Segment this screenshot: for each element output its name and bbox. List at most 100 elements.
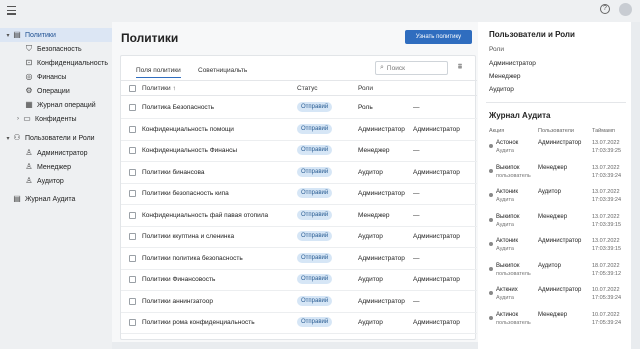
- audit-log-entry[interactable]: Выкипок Аудита Менеджер 13.07.2022 17:03:39:…: [478, 213, 631, 237]
- role-cell-secondary: —: [413, 254, 420, 262]
- sidebar-item-security[interactable]: ⛉ Безопасность: [24, 42, 82, 56]
- column-header-role[interactable]: Роли: [358, 85, 373, 92]
- audit-user: Менеджер: [538, 164, 568, 171]
- row-checkbox[interactable]: [129, 211, 136, 219]
- status-badge: Отправий: [297, 209, 333, 220]
- role-cell-secondary: Администратор: [413, 233, 460, 240]
- row-checkbox[interactable]: [129, 168, 136, 176]
- audit-user: Администратор: [538, 287, 582, 293]
- tab-policy-fields[interactable]: Поля политики: [136, 64, 181, 78]
- search-input[interactable]: [386, 64, 437, 72]
- policy-name[interactable]: Политики Финансовость: [142, 276, 215, 283]
- audit-log-entry[interactable]: Актоник Аудита Администратор 13.07.2022 17:0…: [478, 237, 631, 261]
- policy-name[interactable]: Политика Безопасность: [142, 104, 214, 111]
- sidebar-item-privacy[interactable]: ⊡ Конфиденциальность: [24, 56, 108, 70]
- audit-header-user: Пользователи: [538, 128, 574, 134]
- status-dot-icon: [489, 315, 493, 320]
- table-row[interactable]: Конфиденциальность помощи Отправий Админис…: [121, 119, 477, 141]
- policy-name[interactable]: Политики политика безопасность: [142, 255, 243, 262]
- audit-action-sub: Аудита: [496, 295, 514, 301]
- row-checkbox[interactable]: [129, 104, 136, 111]
- audit-action-sub: Аудита: [496, 197, 514, 203]
- table-row[interactable]: Политика Безопасность Отправий Роль —: [121, 97, 477, 119]
- audit-action: Актинок: [496, 311, 519, 318]
- chevron-down-icon[interactable]: ▾: [4, 32, 12, 39]
- status-dot-icon: [489, 193, 493, 197]
- sidebar-item-audit-log[interactable]: ▤ Журнал Аудита: [12, 192, 75, 206]
- row-checkbox[interactable]: [129, 125, 136, 133]
- user-icon: ♙: [25, 148, 33, 157]
- audit-log-entry[interactable]: Актинок пользователь Менеджер 10.07.2022 17:…: [478, 311, 631, 335]
- table-row[interactable]: Конфиденциальность Финансы Отправий Менедж…: [121, 140, 477, 162]
- policy-name[interactable]: Политики ккуптина и сленинка: [142, 233, 234, 240]
- avatar[interactable]: [619, 3, 632, 16]
- sidebar-item-finance[interactable]: ◎ Финансы: [24, 70, 67, 84]
- audit-action-sub: Аудита: [496, 148, 514, 154]
- row-checkbox[interactable]: [129, 319, 136, 326]
- column-header-status[interactable]: Статус: [297, 85, 318, 92]
- coin-icon: ◎: [25, 72, 33, 81]
- table-row[interactable]: Политики Финансовость Отправий Аудитор Адми…: [121, 269, 477, 291]
- audit-log-entry[interactable]: Актоник Аудита Аудитор 13.07.2022 17:03:39:2…: [478, 188, 631, 212]
- audit-date: 13.07.2022: [592, 164, 620, 171]
- filter-icon[interactable]: ⩩: [455, 62, 465, 72]
- role-cell-secondary: Администратор: [413, 319, 460, 326]
- row-checkbox[interactable]: [129, 297, 136, 305]
- sidebar-item-users-roles[interactable]: ▾ ⚇ Пользователи и Роли: [4, 131, 94, 145]
- select-all-checkbox[interactable]: [129, 85, 136, 92]
- role-item-auditor[interactable]: Аудитор: [489, 86, 514, 93]
- chevron-right-icon[interactable]: ›: [14, 116, 22, 122]
- column-header-policy[interactable]: Политики ↑: [142, 85, 176, 92]
- role-cell-secondary: —: [413, 147, 420, 154]
- audit-date: 10.07.2022: [592, 311, 620, 318]
- policy-name[interactable]: Политики рома конфиденциальность: [142, 319, 255, 326]
- table-row[interactable]: Политики ккуптина и сленинка Отправий Ауди…: [121, 226, 477, 248]
- role-cell: Администратор: [358, 297, 405, 305]
- policy-name[interactable]: Политики безопасность кипа: [142, 190, 229, 197]
- help-icon[interactable]: ?: [600, 4, 610, 14]
- chevron-down-icon[interactable]: ▾: [4, 135, 12, 142]
- audit-log-entry[interactable]: Акткних Аудита Администратор 10.07.2022 17:0…: [478, 286, 631, 310]
- search-box[interactable]: ⌕: [375, 61, 448, 75]
- policy-name[interactable]: Политики бинансова: [142, 169, 205, 176]
- audit-time: 17:03:39:15: [592, 221, 622, 228]
- sidebar-item-admin[interactable]: ♙ Администратор: [24, 146, 87, 160]
- audit-log-entry[interactable]: Выкипок пользователь Менеджер 13.07.2022 17:…: [478, 164, 631, 188]
- row-checkbox[interactable]: [129, 147, 136, 154]
- sidebar-item-manager[interactable]: ♙ Менеджер: [24, 160, 71, 174]
- audit-log-entry[interactable]: Астонок Аудита Администратор 13.07.2022 17:0…: [478, 139, 631, 163]
- sidebar-item-journal[interactable]: ▦ Журнал операций: [24, 98, 95, 112]
- audit-title: Журнал Аудита: [489, 111, 551, 120]
- role-cell: Роль: [358, 104, 373, 111]
- table-row[interactable]: Политики безопасность кипа Отправий Админи…: [121, 183, 477, 205]
- sidebar-item-operations[interactable]: ⚙ Операции: [24, 84, 69, 98]
- sidebar-item-auditor[interactable]: ♙ Аудитор: [24, 174, 63, 188]
- table-row[interactable]: Политики рома конфиденциальность Отправий…: [121, 312, 477, 334]
- audit-log-entry[interactable]: Выкипок пользователь Аудитор 18.07.2022 17:0…: [478, 262, 631, 286]
- policy-name[interactable]: Политики аннингзатоор: [142, 298, 213, 305]
- policy-name[interactable]: Конфиденциальность помощи: [142, 126, 234, 133]
- row-checkbox[interactable]: [129, 190, 136, 197]
- role-item-admin[interactable]: Администратор: [489, 60, 536, 67]
- table-row[interactable]: Политики политика безопасность Отправий Ад…: [121, 248, 477, 270]
- status-dot-icon: [489, 242, 493, 246]
- row-checkbox[interactable]: [129, 233, 136, 240]
- audit-time: 17:03:39:24: [592, 197, 622, 203]
- menu-icon[interactable]: [7, 6, 16, 15]
- role-item-manager[interactable]: Менеджер: [489, 73, 521, 80]
- policy-name[interactable]: Конфиденциальность фай павая отопила: [142, 212, 268, 219]
- audit-date: 18.07.2022: [592, 262, 620, 269]
- row-checkbox[interactable]: [129, 254, 136, 262]
- tab-second[interactable]: Советнициальть: [198, 64, 247, 78]
- request-policy-button[interactable]: Узнать политику: [405, 30, 472, 44]
- audit-date: 13.07.2022: [592, 238, 620, 244]
- policy-name[interactable]: Конфиденциальность Финансы: [142, 147, 237, 154]
- table-row[interactable]: Политики бинансова Отправий Аудитор Админис…: [121, 162, 477, 184]
- table-row[interactable]: Конфиденциальность фай павая отопила Отпр…: [121, 205, 477, 227]
- audit-time: 17:03:39:24: [592, 172, 622, 179]
- row-checkbox[interactable]: [129, 276, 136, 283]
- sidebar-item-policies[interactable]: ▾ ▤ Политики: [0, 28, 112, 42]
- sidebar-item-confidents[interactable]: › ▭ Конфиденты: [14, 112, 77, 126]
- table-row[interactable]: Политики аннингзатоор Отправий Администрат…: [121, 291, 477, 313]
- status-dot-icon: [489, 168, 493, 173]
